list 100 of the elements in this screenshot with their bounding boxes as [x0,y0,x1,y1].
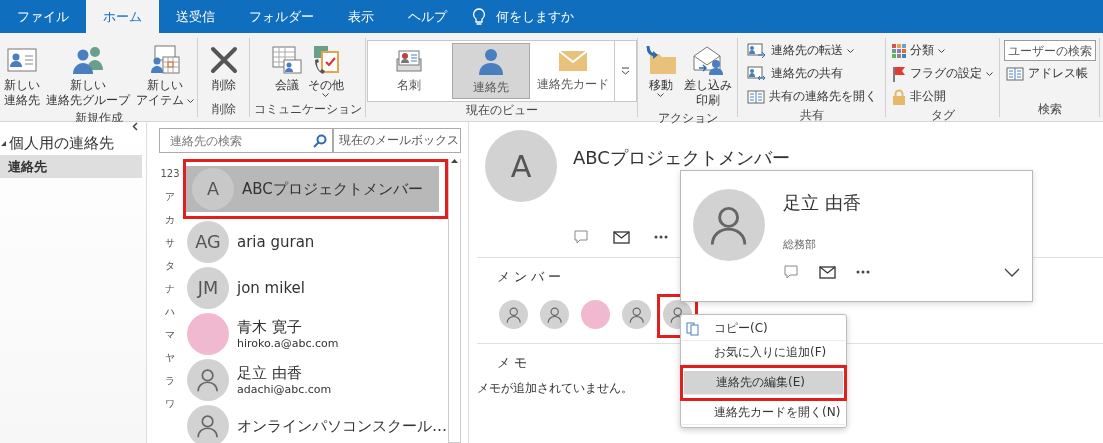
ribbon-tab[interactable]: ヘルプ [391,0,464,33]
scope-dropdown[interactable]: 現在のメールボックス [333,128,461,153]
flag-icon [892,65,906,82]
contact-name: ABCプロジェクトメンバー [242,179,423,199]
address-book-icon [746,89,765,104]
group-avatar: A [485,130,557,202]
more-button[interactable] [856,270,870,274]
ribbon-button[interactable]: 削除 [206,40,241,95]
ribbon-button[interactable]: 差し込み 印刷 [681,40,734,110]
ribbon-tab[interactable]: ファイル [0,0,86,33]
menu-item[interactable]: 連絡先の編集(E) [684,371,843,395]
ribbon-tab[interactable]: 送受信 [159,0,232,33]
person-icon [477,46,504,75]
tell-me-field[interactable]: 何をしますか [496,7,574,26]
index-letter[interactable]: 123 [160,167,180,190]
contact-name: オンラインパソコンスクール… [237,416,447,436]
avatar: AG [187,221,229,263]
copy-icon [686,322,699,336]
section-label: メモ [497,354,531,372]
contact-row[interactable]: 青木 寛子 hiroko.a@abc.com [181,311,448,357]
ribbon-button[interactable]: 移動 [641,40,680,99]
group-label: アクション [657,110,718,126]
view-option[interactable]: 連絡先カード [533,43,612,99]
group-label: タグ [930,107,955,123]
contact-name: jon mikel [237,279,305,297]
categories-icon [892,43,906,58]
people-search-field[interactable]: ユーザーの検索 [1003,40,1096,61]
contact-share-icon [746,65,767,82]
member-avatar[interactable] [499,300,528,329]
contact-row[interactable]: 足立 由香 adachi@abc.com [181,357,448,403]
menu-item[interactable]: コピー(C) [682,317,845,341]
ribbon-button[interactable]: フラグの設定 [890,63,995,84]
mail-button[interactable] [819,265,836,279]
group-label: 現在のビュー [465,102,538,118]
collapse-icon[interactable] [132,122,138,131]
memo-text: メモが追加されていません。 [477,380,633,397]
avatar: JM [187,267,229,309]
ribbon-button[interactable]: その他 [305,40,346,99]
folder-item[interactable]: 連絡先 [0,155,142,178]
ribbon-button[interactable]: 共有の連絡先を開く [744,86,879,107]
ribbon-button[interactable]: 連絡先の共有 [744,63,845,84]
ribbon-tab[interactable]: 表示 [331,0,391,33]
envelope-icon [557,49,588,72]
ribbon-tab[interactable]: フォルダー [232,0,331,33]
index-letter[interactable]: ワ [165,397,175,420]
person-icon [504,305,523,324]
contact-forward-icon [746,42,767,59]
index-letter[interactable]: マ [165,328,175,351]
member-avatar[interactable] [540,300,569,329]
index-letter[interactable]: カ [165,213,175,236]
view-option[interactable]: 名刺 [369,43,448,99]
ribbon-button[interactable]: 分類 [890,40,947,61]
expand-button[interactable] [1004,267,1020,277]
view-option[interactable]: 連絡先 [451,43,530,99]
contact-row[interactable]: AG aria guran [181,219,448,265]
contact-name: 足立 由香 [237,364,303,383]
ribbon-tab[interactable]: ホーム [86,0,159,33]
member-avatar[interactable] [622,300,651,329]
lock-icon [892,88,906,105]
person-icon [545,305,564,324]
contact-row[interactable]: JM jon mikel [181,265,448,311]
photo-placeholder [187,313,229,355]
contact-row[interactable]: A ABCプロジェクトメンバー [186,166,439,212]
contact-name: 青木 寛子 [237,318,303,337]
index-letter[interactable]: サ [165,236,175,259]
expand-arrow-icon[interactable] [1,141,6,146]
ribbon-button[interactable]: 新しい アイテム [133,40,196,110]
person-icon [627,305,646,324]
mail-button[interactable] [613,230,630,244]
card-name: 足立 由香 [783,191,862,215]
index-letter[interactable]: ナ [165,282,175,305]
ribbon-button[interactable]: 会議 [269,40,304,95]
ribbon-button[interactable]: 新しい 連絡先グループ [43,40,132,110]
index-letter[interactable]: ラ [165,374,175,397]
contact-row[interactable]: オンラインパソコンスクール… [181,403,448,443]
ribbon-button[interactable]: アドレス帳 [1003,63,1090,84]
contact-email: adachi@abc.com [237,383,332,396]
ribbon-button[interactable]: 非公開 [890,86,948,107]
section-label: メンバー [497,268,565,286]
index-letter[interactable]: タ [165,259,175,282]
mail-merge-icon [690,44,725,76]
avatar: A [192,168,234,210]
menu-item[interactable]: 連絡先カードを開く(N) [682,401,845,425]
address-book-icon [1005,66,1024,81]
more-button[interactable] [654,235,668,239]
index-letter[interactable]: ヤ [165,351,175,374]
ribbon-button[interactable]: 新しい 連絡先 [1,40,42,110]
index-letter[interactable]: ア [165,190,175,213]
contact-email: hiroko.a@abc.com [237,337,339,350]
group-label: 共有 [799,107,824,123]
contact-name: aria guran [237,233,315,251]
delete-icon [208,45,239,75]
more-caret-icon [620,67,630,75]
menu-item[interactable]: お気に入りに追加(F) [682,341,845,365]
ribbon-button[interactable]: 連絡先の転送 [744,40,856,61]
group-label: コミュニケーション [253,101,362,117]
lightbulb-icon [472,7,486,26]
index-letter[interactable]: ハ [165,305,175,328]
group-label: 削除 [211,101,236,117]
scroll-up-icon[interactable] [451,159,458,163]
